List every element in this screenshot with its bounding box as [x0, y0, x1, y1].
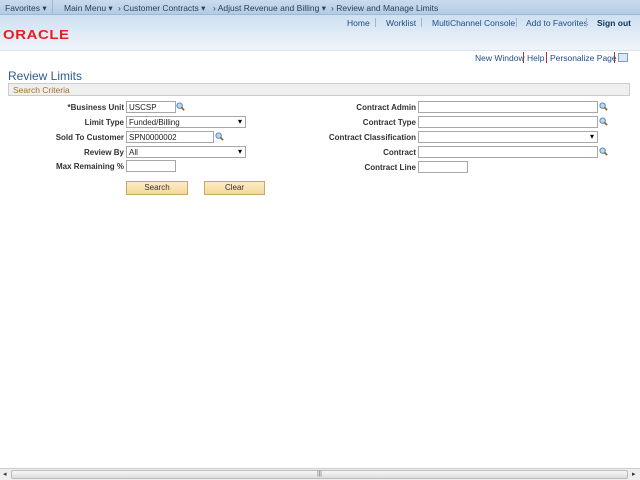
review-by-select[interactable]: All — [126, 146, 246, 158]
clear-button[interactable]: Clear — [204, 181, 265, 195]
business-unit-label: *Business Unit — [67, 103, 124, 112]
limit-type-select[interactable]: Funded/Billing — [126, 116, 246, 128]
sign-out-link[interactable]: Sign out — [597, 18, 631, 28]
header: Home Worklist MultiChannel Console Add t… — [0, 15, 640, 51]
review-by-label: Review By — [83, 148, 124, 157]
personalize-page-link[interactable]: Personalize Page — [550, 53, 617, 63]
add-to-favorites-link[interactable]: Add to Favorites — [526, 18, 588, 28]
lookup-icon[interactable] — [599, 147, 608, 156]
sold-to-customer-input[interactable]: SPN0000002 — [126, 131, 214, 143]
sold-to-customer-label: Sold To Customer — [55, 133, 124, 142]
multichannel-console-link[interactable]: MultiChannel Console — [432, 18, 515, 28]
lookup-icon[interactable] — [215, 132, 224, 141]
contract-classification-label: Contract Classification — [328, 133, 416, 142]
search-criteria-header: Search Criteria — [8, 83, 630, 96]
worklist-link[interactable]: Worklist — [386, 18, 416, 28]
crumb-adjust-revenue[interactable]: › Adjust Revenue and Billing ▾ — [213, 3, 326, 14]
main-menu[interactable]: Main Menu ▾ — [64, 3, 113, 14]
contract-input[interactable] — [418, 146, 598, 158]
oracle-logo: ORACLE — [3, 27, 70, 42]
contract-admin-input[interactable] — [418, 101, 598, 113]
home-link[interactable]: Home — [347, 18, 370, 28]
limit-type-label: Limit Type — [84, 118, 124, 127]
page-title: Review Limits — [8, 69, 83, 83]
contract-line-label: Contract Line — [364, 163, 416, 172]
contract-type-label: Contract Type — [362, 118, 416, 127]
lookup-icon[interactable] — [599, 102, 608, 111]
crumb-review-limits[interactable]: › Review and Manage Limits — [331, 3, 438, 13]
scroll-left-icon[interactable]: ◂ — [3, 470, 7, 478]
favorites-menu[interactable]: Favorites ▾ — [5, 3, 47, 14]
search-button[interactable]: Search — [126, 181, 188, 195]
scrollbar-thumb[interactable]: ||| — [11, 470, 628, 479]
customize-grid-icon[interactable] — [618, 53, 628, 62]
business-unit-input[interactable]: USCSP — [126, 101, 176, 113]
max-remaining-label: Max Remaining % — [55, 162, 124, 171]
help-link[interactable]: Help — [527, 53, 544, 63]
lookup-icon[interactable] — [176, 102, 185, 111]
contract-classification-select[interactable] — [418, 131, 598, 143]
contract-label: Contract — [383, 148, 416, 157]
contract-admin-label: Contract Admin — [356, 103, 416, 112]
contract-line-input[interactable] — [418, 161, 468, 173]
menu-bar: Favorites ▾ Main Menu ▾ › Customer Contr… — [0, 0, 640, 15]
crumb-customer-contracts[interactable]: › Customer Contracts ▾ — [118, 3, 205, 14]
scroll-right-icon[interactable]: ▸ — [632, 470, 636, 478]
horizontal-scrollbar[interactable]: ◂ ||| ▸ — [0, 468, 640, 480]
max-remaining-input[interactable] — [126, 160, 176, 172]
new-window-link[interactable]: New Window — [475, 53, 525, 63]
lookup-icon[interactable] — [599, 117, 608, 126]
contract-type-input[interactable] — [418, 116, 598, 128]
